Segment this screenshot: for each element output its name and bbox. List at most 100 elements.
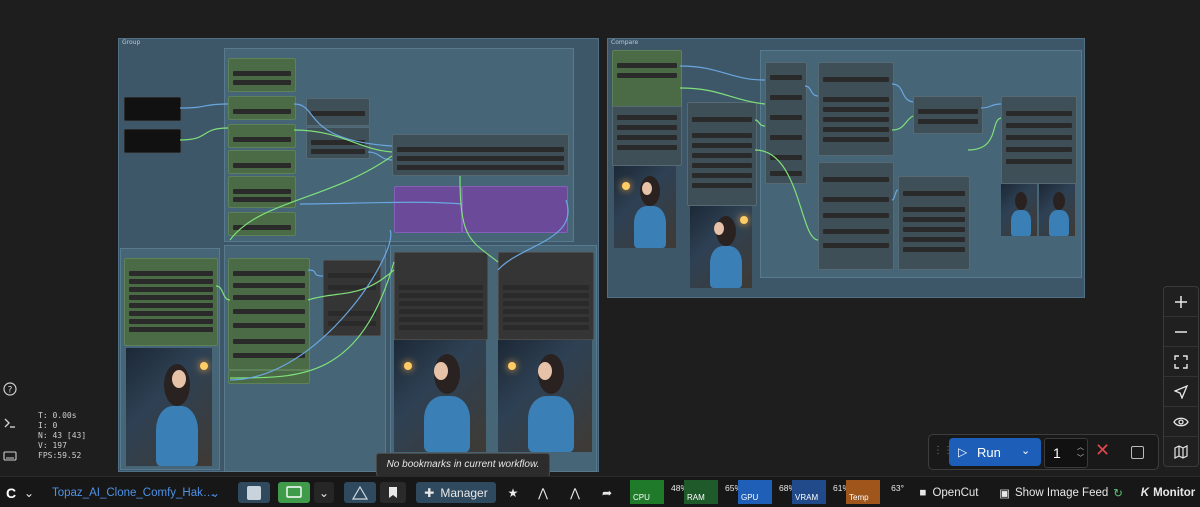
sampler-node[interactable]	[392, 134, 569, 176]
prompt-node[interactable]	[462, 186, 568, 233]
compare-node[interactable]	[898, 176, 970, 270]
compare-node[interactable]	[818, 162, 894, 270]
chevron-up-icon[interactable]: ︿	[1077, 442, 1084, 452]
zoom-out-icon[interactable]	[1164, 317, 1198, 347]
output-node[interactable]	[498, 252, 594, 340]
manager-button[interactable]: ✚ Manager	[416, 482, 496, 503]
image-feed-button[interactable]: ▣ Show Image Feed ↻	[996, 482, 1126, 503]
image-preview	[1001, 184, 1037, 236]
stat-i: I: 0	[38, 421, 58, 430]
lora-node[interactable]	[228, 176, 296, 208]
lora-node[interactable]	[228, 96, 296, 120]
upscale-icon[interactable]: ⋀	[564, 482, 586, 503]
stat-v: V: 197	[38, 441, 67, 450]
queue-status-button[interactable]	[278, 482, 310, 503]
batch-count-value: 1	[1053, 445, 1061, 461]
model-node[interactable]	[306, 127, 370, 159]
image-preview	[690, 206, 752, 288]
ram-label: RAM	[687, 493, 705, 502]
manager-label: Manager	[440, 485, 488, 500]
source-node[interactable]	[612, 50, 682, 108]
stop-icon[interactable]	[1131, 446, 1144, 459]
lora-node[interactable]	[228, 212, 296, 236]
queue-panel: ⋮⋮ ▷ Run ⌄ 1 ︿ ﹀ ✕	[928, 434, 1159, 470]
image-preview	[498, 340, 592, 452]
eye-icon[interactable]	[1164, 407, 1198, 437]
stat-nodes: N: 43 [43]	[38, 431, 87, 440]
control-node[interactable]	[228, 370, 310, 384]
compare-node[interactable]	[913, 96, 983, 134]
opencut-label: OpenCut	[932, 486, 979, 499]
select-cursor-icon[interactable]	[1164, 377, 1198, 407]
bookmark-button[interactable]	[380, 482, 406, 503]
feed-status-icon: ↻	[1113, 487, 1123, 500]
fit-view-icon[interactable]	[1164, 347, 1198, 377]
gpu-label: GPU	[741, 493, 759, 502]
input-node[interactable]	[124, 129, 181, 153]
layout-icon	[247, 485, 261, 500]
chevron-down-icon[interactable]: ⌄	[314, 482, 334, 503]
play-icon: ▷	[958, 445, 968, 459]
terminal-icon[interactable]	[2, 416, 18, 432]
keyboard-icon[interactable]	[2, 450, 18, 466]
run-button[interactable]: ▷ Run ⌄	[949, 438, 1041, 466]
group-title: Group	[122, 39, 141, 46]
chevron-down-icon[interactable]: ⌄	[22, 482, 36, 503]
svg-text:?: ?	[8, 386, 13, 396]
chevron-down-icon[interactable]: ﹀	[1077, 453, 1084, 463]
zoom-in-icon[interactable]	[1164, 287, 1198, 317]
monitor-button[interactable]: K Monitor	[1140, 482, 1196, 503]
run-label: Run	[977, 445, 1001, 460]
result-node[interactable]	[1001, 96, 1077, 184]
model-node[interactable]	[306, 98, 370, 126]
temp-meter: Temp 63°	[846, 480, 904, 504]
image-preview	[126, 348, 212, 466]
map-icon[interactable]	[1164, 437, 1198, 466]
settings-node[interactable]	[323, 260, 381, 336]
lora-node[interactable]	[228, 124, 296, 148]
chevron-down-icon[interactable]: ⌄	[208, 482, 222, 503]
image-preview	[1039, 184, 1075, 236]
comfy-logo[interactable]: C	[2, 482, 20, 503]
compare-node[interactable]	[818, 62, 894, 156]
image-preview	[394, 340, 486, 452]
vram-label: VRAM	[795, 493, 819, 502]
image-icon: ▣	[999, 487, 1010, 500]
prompt-node[interactable]	[394, 186, 462, 233]
layout-button[interactable]	[238, 482, 270, 503]
vram-meter: VRAM 61%	[792, 480, 850, 504]
source-node[interactable]	[687, 102, 757, 206]
temp-value: 63°	[891, 483, 904, 493]
canvas-toolbar	[1163, 286, 1199, 467]
input-node[interactable]	[124, 97, 181, 121]
close-icon[interactable]: ✕	[1095, 440, 1110, 461]
workflow-name: Topaz_AI_Clone_Comfy_Hak…	[52, 486, 215, 499]
nodes-button[interactable]	[344, 482, 376, 503]
output-node[interactable]	[394, 252, 488, 340]
compare-node[interactable]	[765, 62, 807, 184]
lora-node[interactable]	[228, 150, 296, 174]
opencut-button[interactable]: ■ OpenCut	[914, 482, 984, 503]
sharpen-icon[interactable]: ⋀	[532, 482, 554, 503]
lora-node[interactable]	[228, 58, 296, 92]
temp-label: Temp	[849, 493, 869, 502]
bottom-toolbar: C ⌄ Topaz_AI_Clone_Comfy_Hak… ⌄ ⌄ ✚ Mana…	[0, 476, 1200, 507]
render-stats: T: 0.00s I: 0 N: 43 [43] V: 197 FPS:59.5…	[38, 411, 86, 461]
stat-fps: FPS:59.52	[38, 451, 82, 460]
cpu-meter: CPU 48%	[630, 480, 688, 504]
bookmark-tooltip: No bookmarks in current workflow.	[376, 453, 550, 477]
chevron-down-icon[interactable]: ⌄	[1021, 444, 1030, 457]
control-node[interactable]	[228, 258, 310, 370]
image-preview	[614, 166, 676, 248]
share-icon[interactable]: ➦	[596, 482, 618, 503]
batch-count-input[interactable]: 1 ︿ ﹀	[1044, 438, 1088, 468]
workflow-canvas[interactable]: Group Compare	[0, 0, 1200, 475]
monitor-label: Monitor	[1153, 486, 1196, 499]
star-icon[interactable]: ★	[502, 482, 524, 503]
ram-meter: RAM 65%	[684, 480, 742, 504]
source-node[interactable]	[612, 106, 682, 166]
workflow-tab[interactable]: Topaz_AI_Clone_Comfy_Hak…	[52, 482, 222, 503]
nodes-icon	[352, 485, 368, 500]
help-icon[interactable]: ?	[2, 382, 18, 398]
load-image-node[interactable]	[124, 258, 218, 346]
